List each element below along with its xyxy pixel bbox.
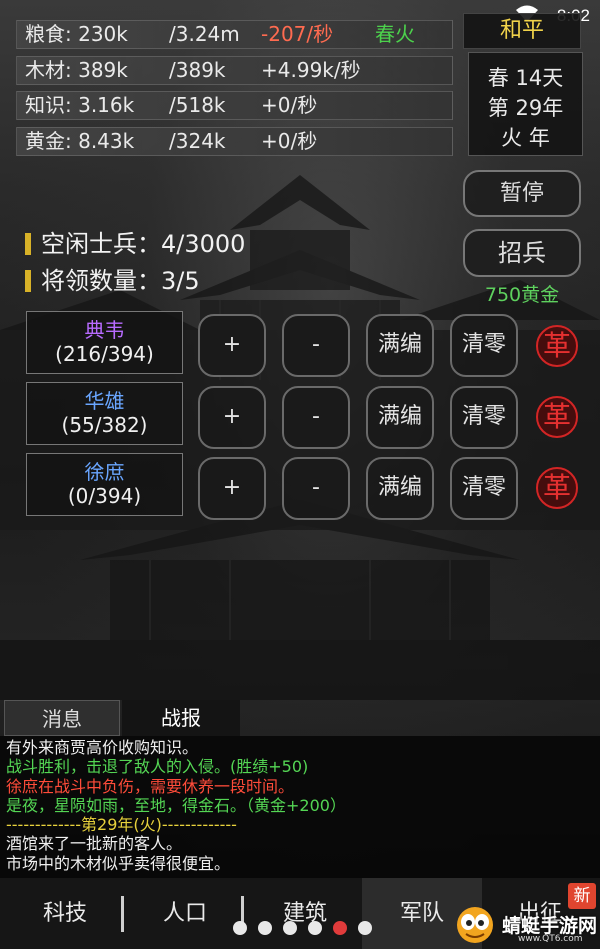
general-card[interactable]: 典韦 (216/394) xyxy=(26,311,183,374)
remove-troops-button[interactable]: - xyxy=(282,457,350,520)
general-troops: (216/394) xyxy=(55,342,154,366)
log-line: 酒馆来了一批新的客人。 xyxy=(6,834,183,854)
stat-bullet xyxy=(25,233,31,255)
log-line: 战斗胜利，击退了敌人的入侵。(胜绩+50) xyxy=(6,757,309,777)
dragonfly-logo-icon xyxy=(457,907,493,943)
general-name: 华雄 xyxy=(84,389,125,413)
nav-tech[interactable]: 科技 xyxy=(5,878,125,949)
resource-rate: -207/秒 xyxy=(261,22,334,46)
page-dot[interactable] xyxy=(283,921,297,935)
resource-cap: /518k xyxy=(169,93,226,117)
resource-row-knowledge: 知识: 3.16k /518k +0/秒 xyxy=(16,91,453,120)
resource-amount: 知识: 3.16k xyxy=(25,93,135,117)
log-line: 有外来商贾高价收购知识。 xyxy=(6,738,199,757)
watermark-url: www.QT6.com xyxy=(518,934,583,944)
tab-messages[interactable]: 消息 xyxy=(4,700,120,736)
resource-rate: +0/秒 xyxy=(261,93,318,117)
pause-button[interactable]: 暂停 xyxy=(463,170,581,217)
log-line: 是夜，星陨如雨，至地，得金石。（黄金+200） xyxy=(6,795,346,815)
general-troops: (55/382) xyxy=(61,413,148,437)
general-count-label: 将领数量：3/5 xyxy=(41,267,200,295)
resource-rate: +0/秒 xyxy=(261,129,318,153)
fill-troops-button[interactable]: 满编 xyxy=(366,314,434,377)
page-dot[interactable] xyxy=(308,921,322,935)
log-line: -------------第29年(火)------------- xyxy=(6,815,237,835)
page-dot[interactable] xyxy=(358,921,372,935)
recruit-cost: 750黄金 xyxy=(484,284,560,306)
date-element: 火 年 xyxy=(501,126,550,150)
event-log[interactable]: 有外来商贾高价收购知识。 战斗胜利，击退了敌人的入侵。(胜绩+50) 徐庶在战斗… xyxy=(0,736,600,878)
resource-amount: 粮食: 230k xyxy=(25,22,128,46)
idle-soldiers-label: 空闲士兵：4/3000 xyxy=(41,230,246,258)
resource-cap: /324k xyxy=(169,129,226,153)
resource-row-food: 粮食: 230k /3.24m -207/秒 春火 xyxy=(16,20,453,49)
tab-battle-report[interactable]: 战报 xyxy=(122,700,240,736)
recruit-button[interactable]: 招兵 xyxy=(463,229,581,277)
nav-divider xyxy=(121,896,124,932)
add-troops-button[interactable]: + xyxy=(198,457,266,520)
page-dot[interactable] xyxy=(233,921,247,935)
general-card[interactable]: 徐庶 (0/394) xyxy=(26,453,183,516)
dismiss-general-button[interactable]: 革 xyxy=(536,325,578,367)
nav-buildings[interactable]: 建筑 xyxy=(245,878,365,949)
stat-bullet xyxy=(25,270,31,292)
remove-troops-button[interactable]: - xyxy=(282,314,350,377)
general-troops: (0/394) xyxy=(67,484,142,508)
add-troops-button[interactable]: + xyxy=(198,314,266,377)
resource-row-gold: 黄金: 8.43k /324k +0/秒 xyxy=(16,127,453,156)
nav-population[interactable]: 人口 xyxy=(125,878,245,949)
diplomacy-state: 和平 xyxy=(463,13,581,49)
resource-amount: 黄金: 8.43k xyxy=(25,129,135,153)
general-count-stat: 将领数量：3/5 xyxy=(25,261,200,296)
clear-troops-button[interactable]: 清零 xyxy=(450,457,518,520)
resource-amount: 木材: 389k xyxy=(25,58,128,82)
resource-rate: +4.99k/秒 xyxy=(261,58,361,82)
clear-troops-button[interactable]: 清零 xyxy=(450,314,518,377)
watermark: 蜻蜓手游网 www.QT6.com xyxy=(452,905,598,947)
log-line: 徐庶在战斗中负伤，需要休养一段时间。 xyxy=(6,776,295,796)
page-dot-active[interactable] xyxy=(333,921,347,935)
dismiss-general-button[interactable]: 革 xyxy=(536,396,578,438)
fill-troops-button[interactable]: 满编 xyxy=(366,386,434,449)
general-name: 徐庶 xyxy=(84,460,125,484)
season-label: 春火 xyxy=(375,22,415,46)
log-line: 市场中的木材似乎卖得很便宜。 xyxy=(6,853,231,873)
resource-cap: /3.24m xyxy=(169,22,240,46)
resource-row-wood: 木材: 389k /389k +4.99k/秒 xyxy=(16,56,453,85)
resource-cap: /389k xyxy=(169,58,226,82)
date-day: 春 14天 xyxy=(487,66,564,90)
page-dot[interactable] xyxy=(258,921,272,935)
date-year: 第 29年 xyxy=(487,96,564,120)
fill-troops-button[interactable]: 满编 xyxy=(366,457,434,520)
idle-soldiers-stat: 空闲士兵：4/3000 xyxy=(25,224,245,259)
add-troops-button[interactable]: + xyxy=(198,386,266,449)
clear-troops-button[interactable]: 清零 xyxy=(450,386,518,449)
date-panel: 春 14天 第 29年 火 年 xyxy=(468,52,583,156)
general-card[interactable]: 华雄 (55/382) xyxy=(26,382,183,445)
general-name: 典韦 xyxy=(84,318,125,342)
remove-troops-button[interactable]: - xyxy=(282,386,350,449)
dismiss-general-button[interactable]: 革 xyxy=(536,467,578,509)
